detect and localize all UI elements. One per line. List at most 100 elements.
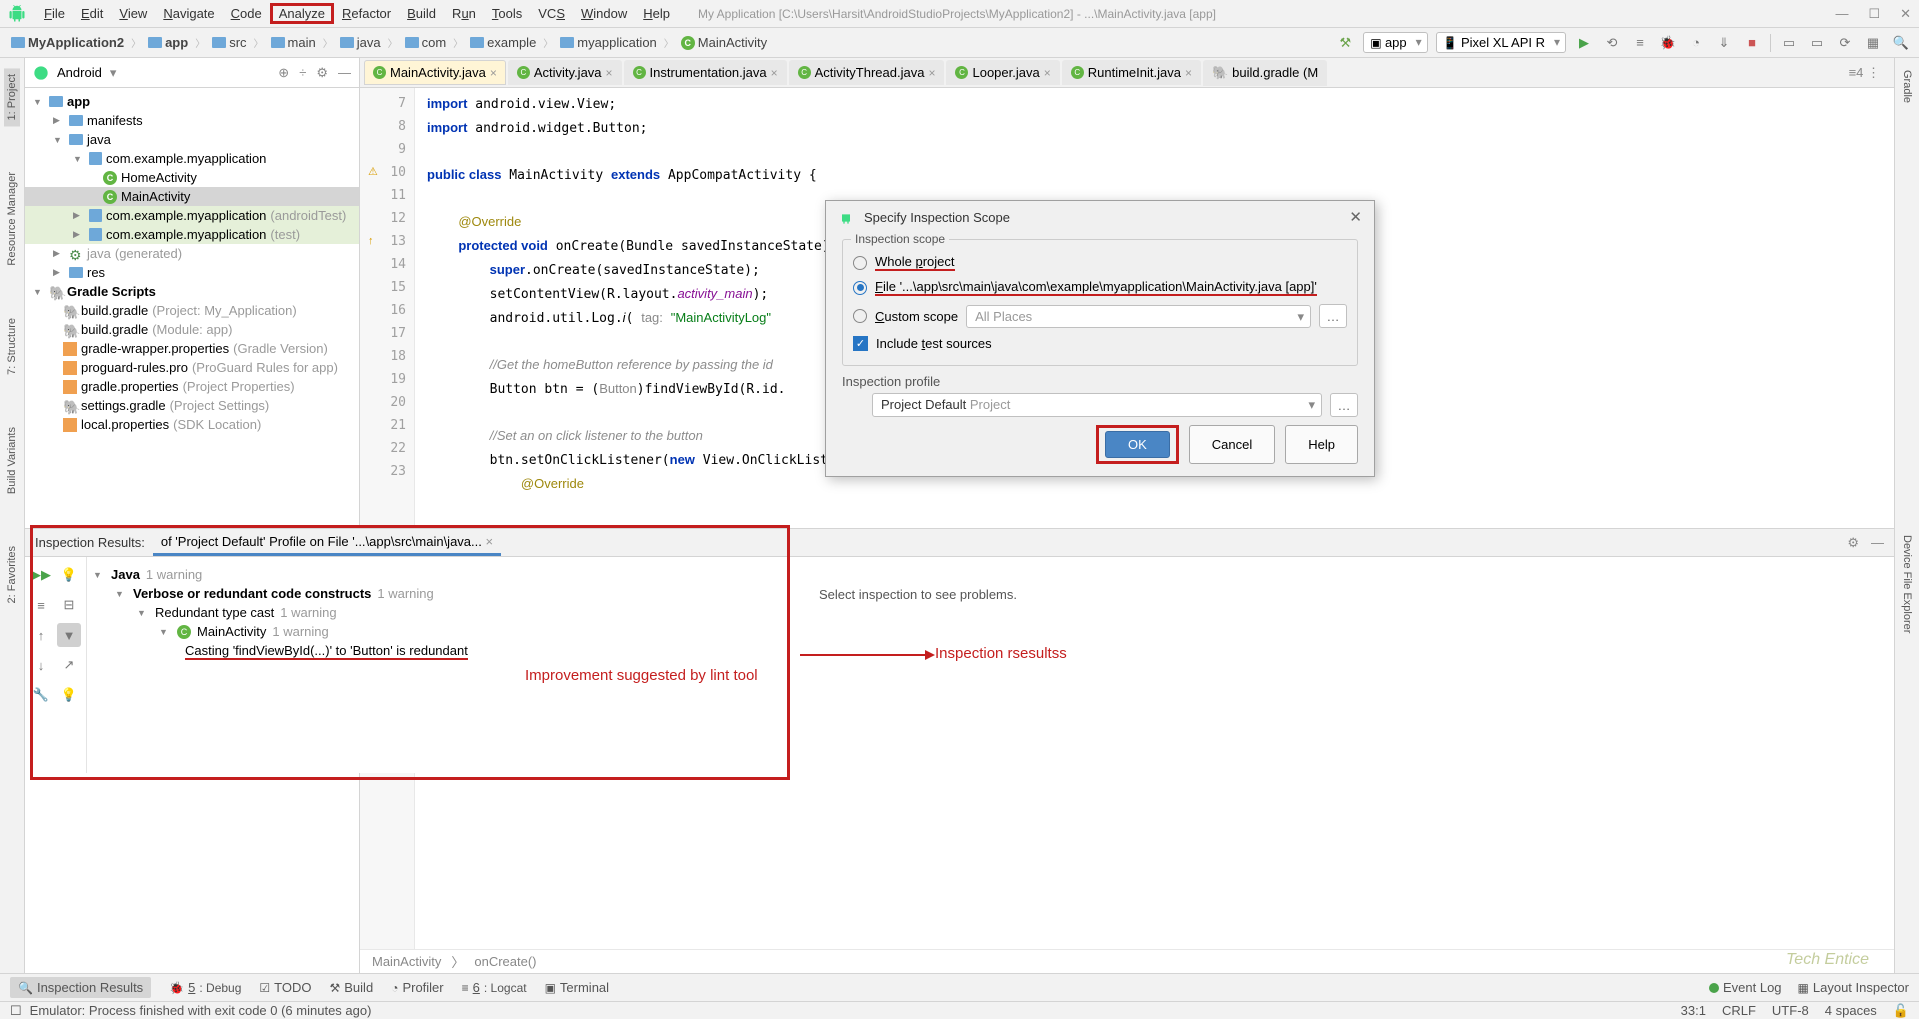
crumb-root[interactable]: MyApplication2 xyxy=(8,33,127,52)
debug-icon[interactable]: 🐞 xyxy=(1658,33,1678,53)
tool-debug[interactable]: 🐞 5: Debug xyxy=(169,980,241,995)
search-icon[interactable]: 🔍 xyxy=(1891,33,1911,53)
ideas-icon[interactable]: 💡 xyxy=(57,683,81,707)
run-config-selector[interactable]: ▣ app xyxy=(1363,32,1427,53)
stop-icon[interactable]: ■ xyxy=(1742,33,1762,53)
gear-icon[interactable]: ⚙ xyxy=(1847,535,1859,551)
minimize-icon[interactable]: — xyxy=(1835,6,1848,22)
avd-icon[interactable]: ▭ xyxy=(1779,33,1799,53)
close-window-icon[interactable]: ✕ xyxy=(1900,6,1911,22)
collapse-all-icon[interactable]: ≡ xyxy=(29,593,53,617)
tool-inspection-results[interactable]: 🔍 Inspection Results xyxy=(10,977,151,998)
sidetab-build-variants[interactable]: Build Variants xyxy=(4,421,20,500)
restart-activity-icon[interactable]: ≡ xyxy=(1630,33,1650,53)
inspection-tab[interactable]: of 'Project Default' Profile on File '..… xyxy=(153,530,501,556)
inspection-tree[interactable]: ▼Java 1 warning ▼Verbose or redundant co… xyxy=(87,557,807,773)
hammer-icon[interactable]: ⚒ xyxy=(1335,33,1355,53)
tab-mainactivity[interactable]: CMainActivity.java× xyxy=(364,60,506,85)
device-selector[interactable]: 📱 Pixel XL API R xyxy=(1436,32,1566,53)
menu-vcs[interactable]: VCS xyxy=(530,4,573,23)
apply-changes-icon[interactable]: ⟲ xyxy=(1602,33,1622,53)
tabs-overflow[interactable]: ≡4 ⋮ xyxy=(1839,65,1890,81)
collapse-icon[interactable]: ÷ xyxy=(299,65,306,81)
tool-terminal[interactable]: ▣ Terminal xyxy=(545,980,609,995)
settings-icon[interactable]: ⚙ xyxy=(316,65,328,81)
menu-navigate[interactable]: Navigate xyxy=(155,4,222,23)
crumb-main[interactable]: main xyxy=(268,33,319,52)
crumb-java[interactable]: java xyxy=(337,33,384,52)
custom-scope-browse[interactable]: … xyxy=(1319,304,1347,328)
crumb-app[interactable]: app xyxy=(145,33,191,52)
tool-build[interactable]: ⚒ Build xyxy=(330,980,374,995)
menu-run[interactable]: Run xyxy=(444,4,484,23)
radio-whole-project[interactable]: Whole project xyxy=(853,250,1347,275)
sidetab-project[interactable]: 1: Project xyxy=(4,68,20,126)
tab-activitythread[interactable]: CActivityThread.java× xyxy=(789,60,945,85)
tab-looper[interactable]: CLooper.java× xyxy=(946,60,1059,85)
crumb-src[interactable]: src xyxy=(209,33,249,52)
file-encoding[interactable]: UTF-8 xyxy=(1772,1003,1809,1019)
tool-logcat[interactable]: ≡ 6: Logcat xyxy=(462,980,527,995)
hide-icon[interactable]: — xyxy=(1871,535,1884,551)
editor-breadcrumb[interactable]: MainActivity〉onCreate() xyxy=(360,949,1894,973)
tab-runtimeinit[interactable]: CRuntimeInit.java× xyxy=(1062,60,1201,85)
tab-buildgradle[interactable]: 🐘build.gradle (M xyxy=(1203,60,1327,86)
profile-select[interactable]: Project Default Project xyxy=(872,393,1322,417)
next-icon[interactable]: ↓ xyxy=(29,653,53,677)
tab-instrumentation[interactable]: CInstrumentation.java× xyxy=(624,60,787,85)
export-icon[interactable]: ↗ xyxy=(57,653,81,677)
menu-code[interactable]: Code xyxy=(223,4,270,23)
menu-help[interactable]: Help xyxy=(635,4,678,23)
expand-all-icon[interactable]: ⊟ xyxy=(57,593,81,617)
project-view-label[interactable]: Android xyxy=(57,65,102,80)
cursor-position[interactable]: 33:1 xyxy=(1681,1003,1706,1019)
filter-icon[interactable]: ▼ xyxy=(57,623,81,647)
custom-scope-select[interactable]: All Places xyxy=(966,305,1311,328)
attach-debugger-icon[interactable]: ⇓ xyxy=(1714,33,1734,53)
close-icon[interactable]: ✕ xyxy=(1349,208,1362,226)
menu-window[interactable]: Window xyxy=(573,4,635,23)
menu-build[interactable]: Build xyxy=(399,4,444,23)
menu-refactor[interactable]: Refactor xyxy=(334,4,399,23)
tool-layout-inspector[interactable]: ▦ Layout Inspector xyxy=(1798,980,1909,995)
proj-struct-icon[interactable]: ▦ xyxy=(1863,33,1883,53)
help-button[interactable]: Help xyxy=(1285,425,1358,464)
wrench-icon[interactable]: 🔧 xyxy=(29,683,53,707)
menu-view[interactable]: View xyxy=(111,4,155,23)
cancel-button[interactable]: Cancel xyxy=(1189,425,1275,464)
tool-todo[interactable]: ☑ TODO xyxy=(259,980,311,995)
profile-icon[interactable]: ◔ xyxy=(1686,33,1706,53)
maximize-icon[interactable]: ☐ xyxy=(1868,6,1880,22)
menu-edit[interactable]: Edit xyxy=(73,4,111,23)
status-icon[interactable]: ☐ xyxy=(10,1003,22,1019)
crumb-example[interactable]: example xyxy=(467,33,539,52)
sidetab-favorites[interactable]: 2: Favorites xyxy=(4,540,20,609)
crumb-myapp[interactable]: myapplication xyxy=(557,33,660,52)
line-ending[interactable]: CRLF xyxy=(1722,1003,1756,1019)
tab-activity[interactable]: CActivity.java× xyxy=(508,60,622,85)
checkbox-include-tests[interactable]: ✓Include test sources xyxy=(853,332,1347,355)
run-icon[interactable]: ▶ xyxy=(1574,33,1594,53)
sidetab-structure[interactable]: 7: Structure xyxy=(4,312,20,381)
prev-icon[interactable]: ↑ xyxy=(29,623,53,647)
gutter[interactable]: 789⚠101112↑1314151617181920212223 xyxy=(360,88,415,949)
hide-icon[interactable]: — xyxy=(338,65,351,81)
sidetab-resource-manager[interactable]: Resource Manager xyxy=(4,166,20,272)
sidetab-gradle[interactable]: Gradle xyxy=(1899,64,1915,109)
menu-tools[interactable]: Tools xyxy=(484,4,530,23)
sidetab-device-file-explorer[interactable]: Device File Explorer xyxy=(1899,529,1915,639)
crumb-class[interactable]: CMainActivity xyxy=(678,33,770,52)
radio-file[interactable]: File '...\app\src\main\java\com\example\… xyxy=(853,275,1347,300)
indent-setting[interactable]: 4 spaces xyxy=(1825,1003,1877,1019)
menu-analyze[interactable]: Analyze xyxy=(270,3,334,24)
rerun-icon[interactable]: ▶▶ xyxy=(29,563,53,587)
bulb-icon[interactable]: 💡 xyxy=(57,563,81,587)
radio-custom-scope[interactable]: Custom scope All Places … xyxy=(853,300,1347,332)
crumb-com[interactable]: com xyxy=(402,33,450,52)
target-icon[interactable]: ⊕ xyxy=(278,65,289,81)
menu-file[interactable]: FFileile xyxy=(36,4,73,23)
sync-icon[interactable]: ⟳ xyxy=(1835,33,1855,53)
lock-icon[interactable]: 🔓 xyxy=(1893,1003,1909,1019)
profile-browse[interactable]: … xyxy=(1330,393,1358,417)
ok-button[interactable]: OK xyxy=(1105,431,1170,458)
